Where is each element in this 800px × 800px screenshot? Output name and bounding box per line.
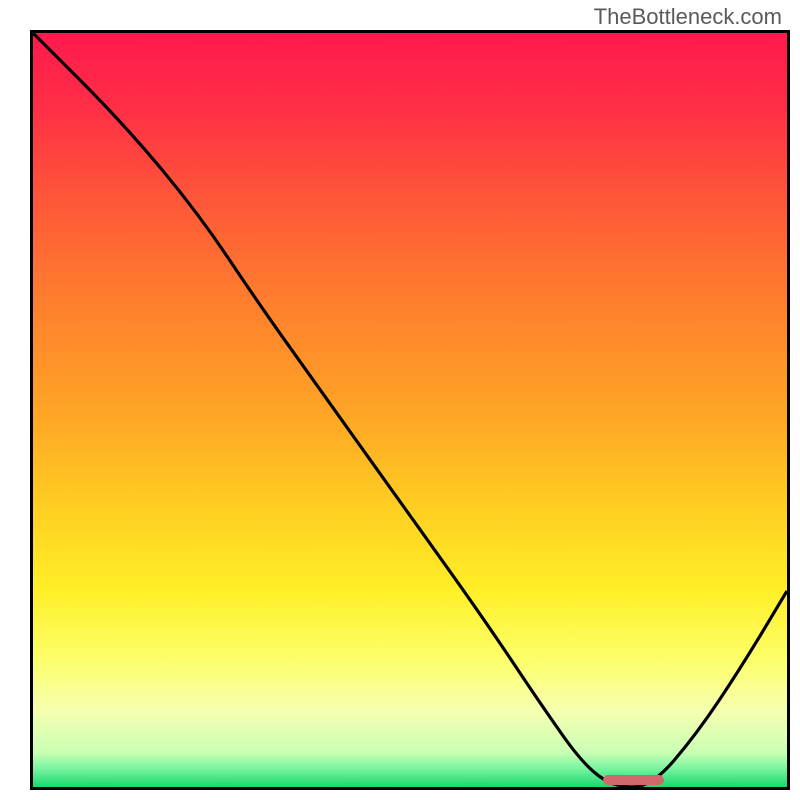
watermark-text: TheBottleneck.com: [594, 4, 782, 30]
chart-frame: TheBottleneck.com: [0, 0, 800, 800]
curve-overlay: [33, 33, 787, 787]
plot-area: [30, 30, 790, 790]
bottleneck-curve-line: [33, 33, 787, 787]
optimal-range-marker: [603, 775, 664, 785]
